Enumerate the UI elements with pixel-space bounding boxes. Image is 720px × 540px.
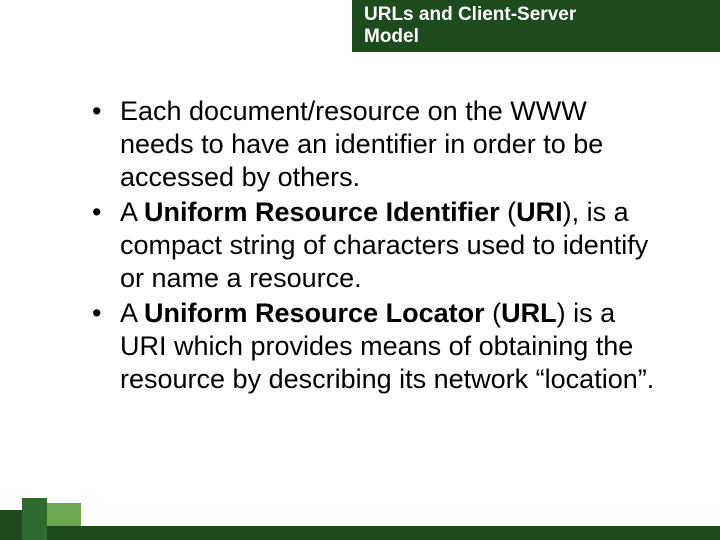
bottom-decoration [0,498,720,540]
text-run: ( [485,298,502,328]
bullet-item: A Uniform Resource Locator (URL) is a UR… [88,297,658,396]
bullet-item: Each document/resource on the WWW needs … [88,95,658,194]
slide-title-line1: URLs and Client-Server [364,4,576,25]
deco-bar-base [0,526,720,540]
slide-title: URLs and Client-Server Model [364,4,714,48]
bullet-item: A Uniform Resource Identifier (URI), is … [88,196,658,295]
bullet-list: Each document/resource on the WWW needs … [88,95,658,396]
deco-block-mid [22,498,47,540]
text-run: URI [516,197,563,227]
slide-title-line2: Model [364,26,419,47]
deco-block-light [47,503,81,526]
text-run: Uniform Resource Identifier [144,197,500,227]
text-run: ( [500,197,517,227]
text-run: A [120,298,144,328]
slide: URLs and Client-Server Model Each docume… [0,0,720,540]
text-run: Each document/resource on the WWW needs … [120,96,603,192]
text-run: Uniform Resource Locator [144,298,485,328]
text-run: URL [501,298,557,328]
deco-block-dark [0,510,76,540]
text-run: A [120,197,144,227]
slide-title-bar: URLs and Client-Server Model [352,0,720,52]
slide-body: Each document/resource on the WWW needs … [88,95,658,398]
